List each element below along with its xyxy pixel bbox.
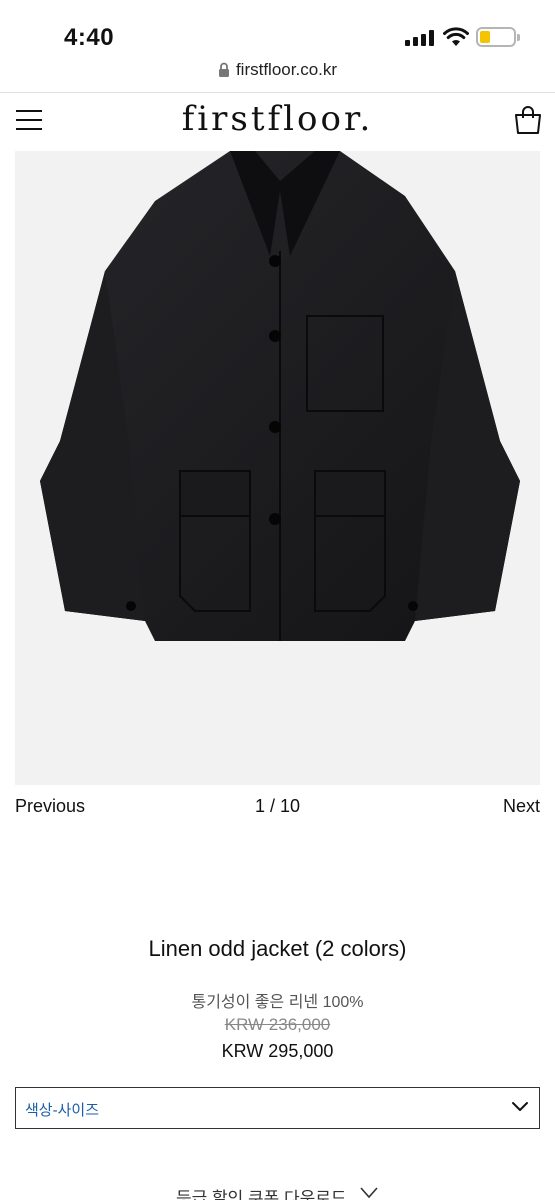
status-bar: 4:40 — [0, 0, 555, 56]
chevron-down-icon — [360, 1187, 378, 1199]
select-label: 색상-사이즈 — [25, 1102, 99, 1119]
image-counter: 1 / 10 — [254, 796, 301, 816]
coupon-download-button[interactable]: 등급 할인 쿠폰 다운로드 — [0, 1180, 555, 1200]
battery-icon — [476, 27, 520, 47]
gallery-navigation: Previous 1 / 10 Next — [15, 796, 540, 822]
shopping-bag-icon[interactable] — [514, 105, 542, 135]
product-description: 통기성이 좋은 리넨 100% — [191, 994, 364, 1011]
url-text: firstfloor.co.kr — [235, 60, 338, 79]
site-header: firstfloor. — [0, 93, 555, 151]
original-price: KRW 236,000 — [224, 1015, 331, 1034]
product-title: Linen odd jacket (2 colors) — [148, 936, 407, 961]
wifi-icon — [443, 27, 469, 46]
lock-icon — [218, 62, 229, 77]
chevron-down-icon — [512, 1102, 528, 1111]
coupon-label: 등급 할인 쿠폰 다운로드 — [175, 1189, 347, 1200]
cellular-signal-icon — [405, 30, 435, 46]
product-image[interactable] — [15, 151, 540, 785]
color-size-select[interactable]: 색상-사이즈 — [15, 1087, 540, 1129]
sale-price: KRW 295,000 — [221, 1041, 334, 1061]
site-logo[interactable]: firstfloor. — [0, 99, 555, 139]
status-time: 4:40 — [64, 24, 115, 51]
jacket-image — [40, 151, 520, 641]
next-button[interactable]: Next — [503, 796, 540, 817]
address-bar[interactable]: firstfloor.co.kr — [0, 56, 555, 92]
